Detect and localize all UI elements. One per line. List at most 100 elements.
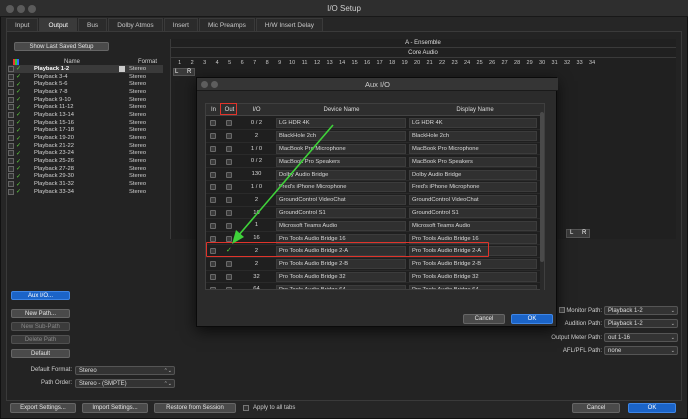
tab-insert[interactable]: Insert [163, 18, 198, 31]
export-settings-button[interactable]: Export Settings... [10, 403, 76, 413]
path-row[interactable]: ✓ Playback 33-34 Stereo [8, 188, 163, 196]
aux-io-button[interactable]: Aux I/O... [11, 291, 70, 300]
path-row[interactable]: ✓ Playback 11-12 Stereo [8, 103, 163, 111]
path-active-checkbox[interactable] [8, 104, 14, 111]
path-active-checkbox[interactable] [8, 88, 14, 95]
default-format-select[interactable]: Stereo ⌃⌄ [75, 366, 175, 375]
channel-number: 5 [228, 60, 232, 66]
channel-number: 31 [551, 60, 558, 66]
path-row[interactable]: ✓ Playback 19-20 Stereo [8, 134, 163, 142]
output-path-list: ✓ Playback 1-2 Stereo ✓ Playback 3-4 Stereo ✓ P… [8, 65, 163, 196]
path-active-checkbox[interactable] [8, 127, 14, 134]
minimize-window-button[interactable] [17, 5, 25, 13]
path-name: Playback 17-18 [34, 127, 74, 134]
path-row[interactable]: ✓ Playback 25-26 Stereo [8, 157, 163, 165]
tab-hw-insert-delay[interactable]: H/W Insert Delay [255, 18, 324, 31]
ensemble-header: A - Ensemble [170, 39, 676, 48]
path-order-label: Path Order: [40, 380, 72, 386]
checkmark-icon: ✓ [16, 81, 22, 88]
path-active-checkbox[interactable] [8, 142, 14, 149]
channel-number: 9 [278, 60, 282, 66]
path-name: Playback 3-4 [34, 73, 68, 80]
tab-bus[interactable]: Bus [77, 18, 108, 31]
new-subpath-button[interactable]: New Sub-Path [11, 322, 70, 331]
path-format: Stereo [129, 96, 147, 103]
path-row[interactable]: ✓ Playback 5-6 Stereo [8, 80, 163, 88]
path-row[interactable]: ✓ Playback 1-2 Stereo [8, 65, 163, 73]
cancel-button[interactable]: Cancel [572, 403, 620, 413]
path-row[interactable]: ✓ Playback 23-24 Stereo [8, 150, 163, 158]
path-active-checkbox[interactable] [8, 181, 14, 188]
zoom-window-button[interactable] [28, 5, 36, 13]
path-row[interactable]: ✓ Playback 27-28 Stereo [8, 165, 163, 173]
checkmark-icon: ✓ [16, 158, 22, 165]
channel-number: 18 [389, 60, 396, 66]
afl-pfl-path-select[interactable]: none ⌄ [604, 346, 678, 355]
path-row[interactable]: ✓ Playback 21-22 Stereo [8, 142, 163, 150]
path-name: Playback 1-2 [34, 65, 70, 72]
monitor-path-select[interactable]: Playback 1-2 ⌄ [604, 306, 678, 315]
path-name: Playback 25-26 [34, 158, 74, 165]
tab-dolby-atmos[interactable]: Dolby Atmos [108, 18, 163, 31]
tab-output[interactable]: Output [39, 18, 77, 31]
channel-number: 30 [539, 60, 546, 66]
apply-all-tabs-checkbox[interactable] [243, 405, 249, 411]
channel-number: 2 [190, 60, 194, 66]
path-name: Playback 13-14 [34, 111, 74, 118]
new-path-button[interactable]: New Path... [11, 309, 70, 318]
import-settings-button[interactable]: Import Settings... [82, 403, 148, 413]
path-row[interactable]: ✓ Playback 3-4 Stereo [8, 73, 163, 81]
path-active-checkbox[interactable] [8, 158, 14, 165]
channel-number: 1 [178, 60, 182, 66]
path-active-checkbox[interactable] [8, 119, 14, 126]
channel-number: 6 [240, 60, 244, 66]
checkmark-icon: ✓ [16, 112, 22, 119]
channel-number: 8 [265, 60, 269, 66]
delete-path-button[interactable]: Delete Path [11, 335, 70, 344]
close-window-button[interactable] [6, 5, 14, 13]
grid-l-label: L [175, 69, 179, 75]
path-format: Stereo [129, 127, 147, 134]
path-active-checkbox[interactable] [8, 173, 14, 180]
ok-button[interactable]: OK [628, 403, 676, 413]
channel-number: 19 [401, 60, 408, 66]
channel-number: 14 [339, 60, 346, 66]
path-row[interactable]: ✓ Playback 13-14 Stereo [8, 111, 163, 119]
channel-number: 10 [289, 60, 296, 66]
channel-number: 29 [526, 60, 533, 66]
path-active-checkbox[interactable] [8, 165, 14, 172]
path-order-select[interactable]: Stereo - (SMPTE) ⌃⌄ [75, 379, 175, 388]
path-row[interactable]: ✓ Playback 31-32 Stereo [8, 180, 163, 188]
restore-from-session-button[interactable]: Restore from Session [154, 403, 236, 413]
tab-input[interactable]: Input [6, 18, 39, 31]
path-row[interactable]: ✓ Playback 15-16 Stereo [8, 119, 163, 127]
output-meter-path-select[interactable]: out 1-16 ⌄ [604, 333, 678, 342]
path-active-checkbox[interactable] [8, 150, 14, 157]
path-format: Stereo [129, 104, 147, 111]
path-row[interactable]: ✓ Playback 17-18 Stereo [8, 127, 163, 135]
path-row[interactable]: ✓ Playback 29-30 Stereo [8, 173, 163, 181]
audition-path-select[interactable]: Playback 1-2 ⌄ [604, 319, 678, 328]
path-active-checkbox[interactable] [8, 73, 14, 80]
path-active-checkbox[interactable] [8, 81, 14, 88]
path-name: Playback 7-8 [34, 88, 68, 95]
channel-number: 23 [451, 60, 458, 66]
path-active-checkbox[interactable] [8, 96, 14, 103]
checkmark-icon: ✓ [16, 104, 22, 111]
channel-number: 4 [215, 60, 219, 66]
tab-mic-preamps[interactable]: Mic Preamps [198, 18, 255, 31]
path-format: Stereo [129, 88, 147, 95]
checkmark-icon: ✓ [16, 66, 22, 73]
path-row[interactable]: ✓ Playback 7-8 Stereo [8, 88, 163, 96]
path-active-checkbox[interactable] [8, 65, 14, 72]
dropdown-caret-icon: ⌄ [670, 335, 675, 341]
core-audio-header: Core Audio [170, 49, 676, 58]
path-row[interactable]: ✓ Playback 9-10 Stereo [8, 96, 163, 104]
path-active-checkbox[interactable] [8, 135, 14, 142]
show-last-saved-button[interactable]: Show Last Saved Setup [14, 42, 109, 51]
path-active-checkbox[interactable] [8, 111, 14, 118]
default-button[interactable]: Default [11, 349, 70, 358]
path-format: Stereo [129, 135, 147, 142]
dropdown-caret-icon: ⌃⌄ [163, 368, 172, 374]
path-active-checkbox[interactable] [8, 188, 14, 195]
